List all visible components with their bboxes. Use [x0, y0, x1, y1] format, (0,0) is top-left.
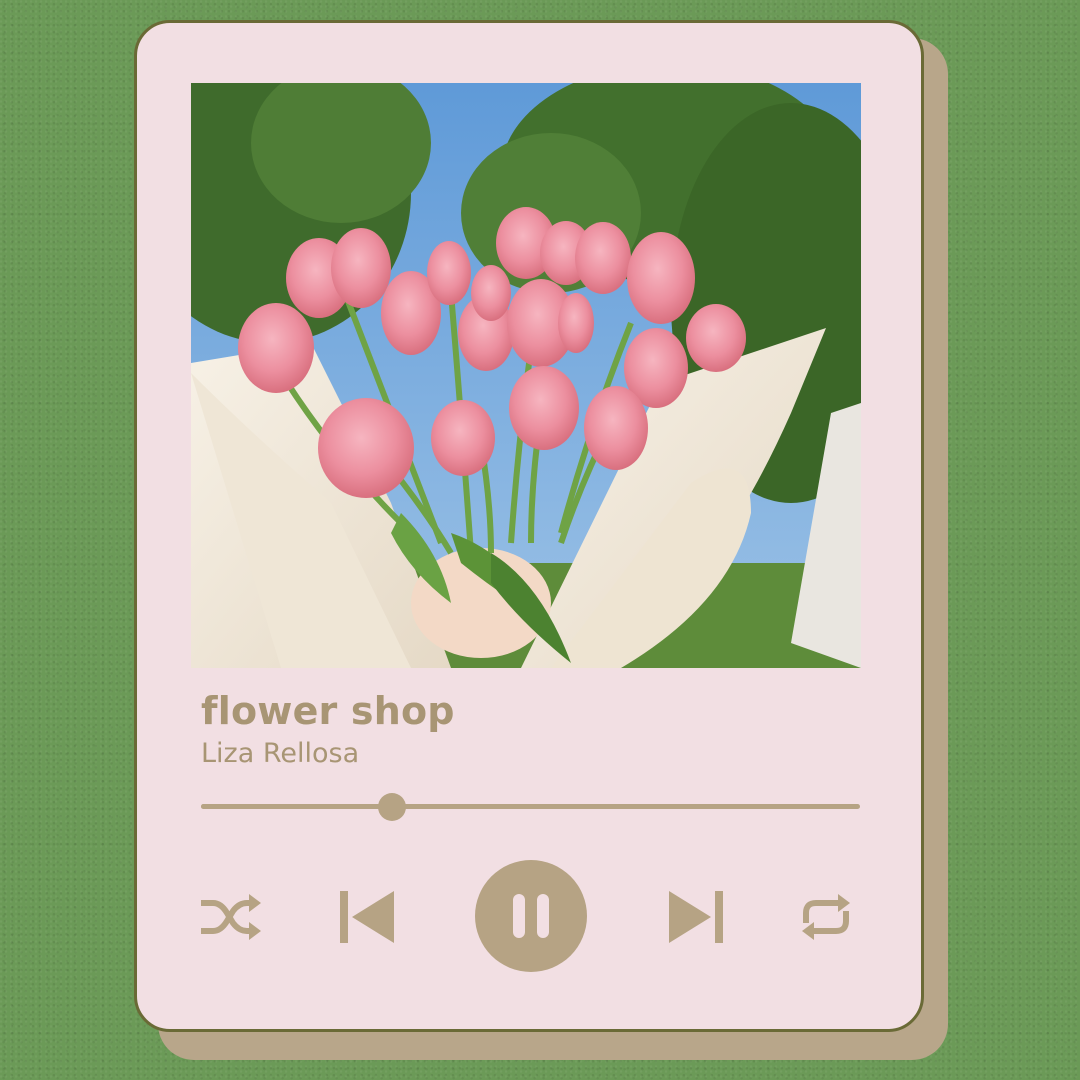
song-title: flower shop: [201, 689, 455, 733]
skip-next-icon: [669, 891, 723, 943]
next-button[interactable]: [665, 887, 725, 947]
shuffle-button[interactable]: [199, 893, 263, 941]
repeat-icon: [802, 894, 850, 940]
progress-bar[interactable]: [201, 793, 860, 821]
progress-handle[interactable]: [378, 793, 407, 821]
progress-fill: [201, 804, 393, 809]
artist-name: Liza Rellosa: [201, 738, 360, 769]
repeat-button[interactable]: [792, 893, 860, 941]
pause-icon: [513, 894, 549, 938]
skip-previous-icon: [340, 891, 394, 943]
shuffle-icon: [201, 894, 261, 940]
pause-button[interactable]: [475, 860, 587, 972]
album-art: [191, 83, 861, 668]
previous-button[interactable]: [338, 887, 398, 947]
